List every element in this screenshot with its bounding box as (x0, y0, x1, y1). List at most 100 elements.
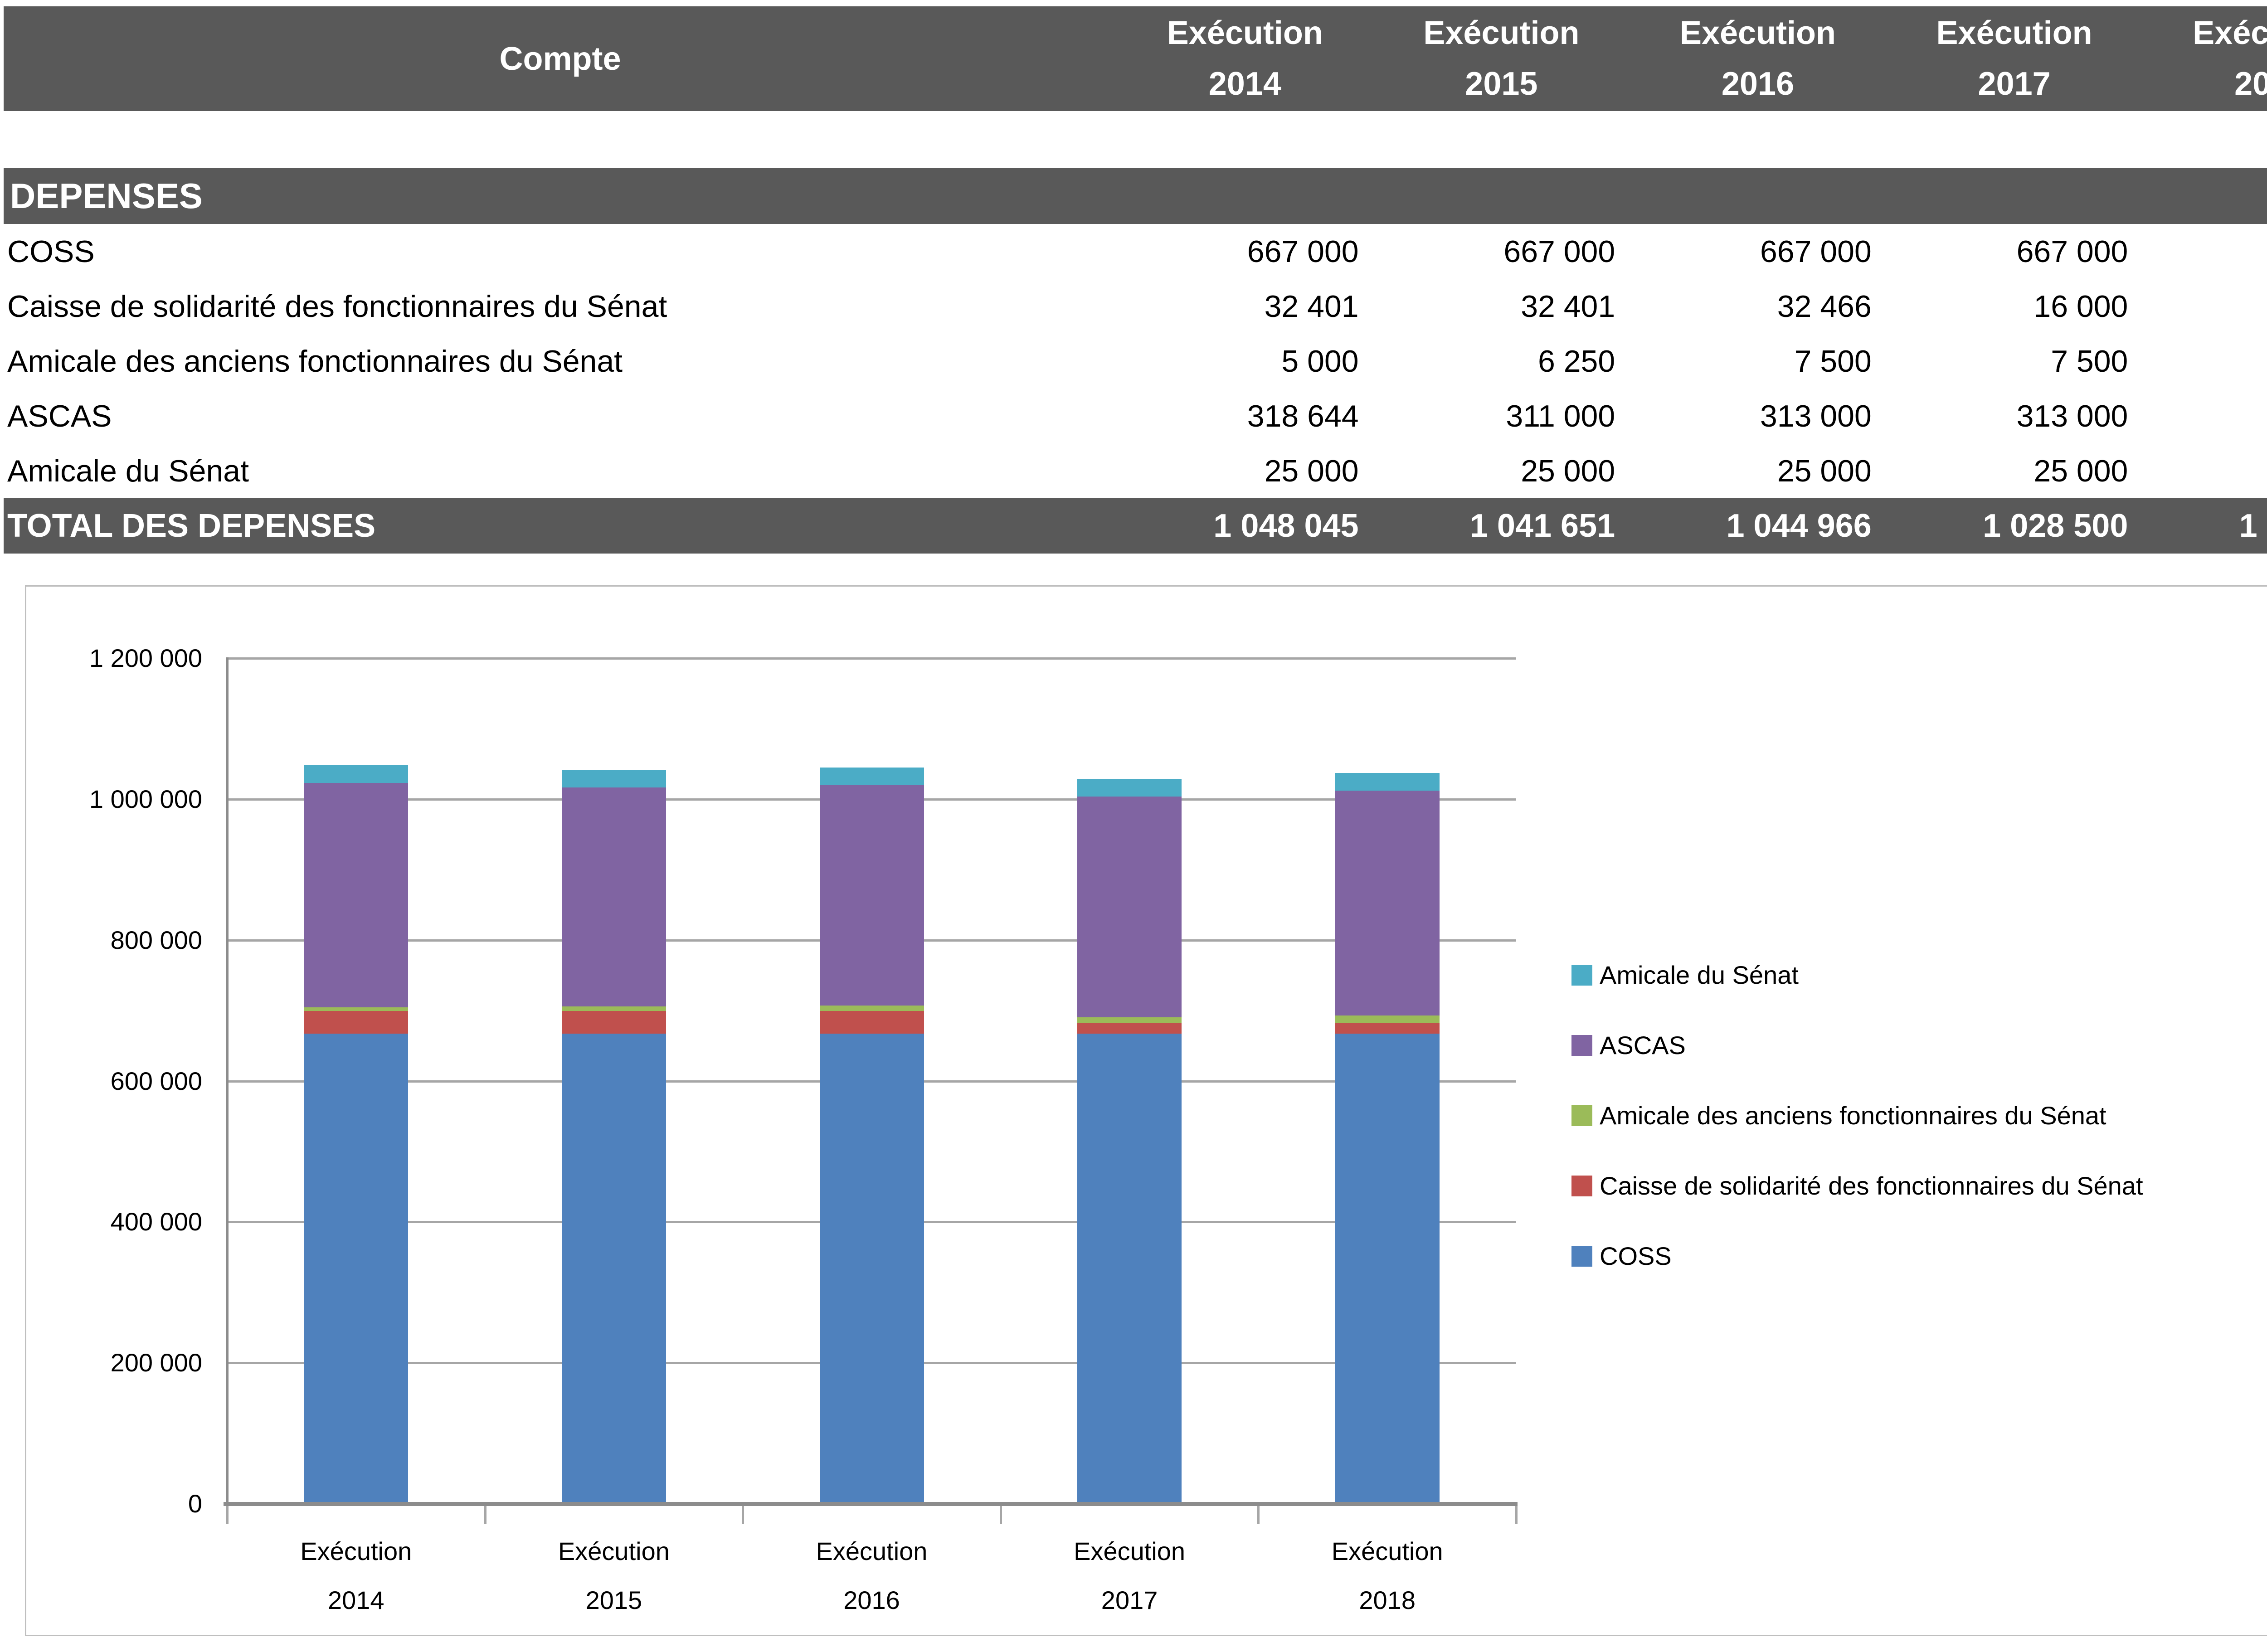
y-axis-label: 400 000 (30, 1205, 202, 1239)
bar-segment-2017 (1077, 1017, 1182, 1023)
bar-segment-2015 (562, 1006, 666, 1011)
value-cell: 32 466 (1630, 289, 1886, 324)
x-axis-label-line1: Exécution (1258, 1538, 1516, 1565)
legend-swatch (1571, 1105, 1592, 1126)
x-axis-label-line2: 2015 (485, 1587, 743, 1614)
header-cell-year: Exécution 2017 (1886, 6, 2143, 111)
bar-2018 (1335, 773, 1440, 1504)
row-label: COSS (4, 234, 1117, 269)
value-cell: 318 644 (1117, 398, 1373, 434)
x-axis-label-line2: 2014 (227, 1587, 485, 1614)
bar-segment-2016 (820, 1034, 924, 1504)
y-axis-label: 1 000 000 (30, 782, 202, 816)
legend-swatch (1571, 1176, 1592, 1196)
header-year-line2: 2017 (1978, 59, 2050, 110)
header-year-line2: 2014 (1209, 59, 1281, 110)
header-year-line2: 2016 (1722, 59, 1794, 110)
value-cell: 25 000 (1117, 453, 1373, 489)
total-value-cell: 1 044 966 (1630, 507, 1886, 544)
bar-2015 (562, 770, 666, 1504)
x-axis-label: Exécution2016 (743, 1538, 1001, 1614)
bar-segment-2014 (304, 1034, 408, 1504)
bar-segment-2015 (562, 787, 666, 1006)
table-row: Amicale du Sénat 25 000 25 000 25 000 25… (4, 443, 2267, 498)
header-year-line1: Exécution (1936, 8, 2092, 59)
header-year-line1: Exécution (1680, 8, 1836, 59)
legend-label: COSS (1600, 1241, 1672, 1271)
row-label: Caisse de solidarité des fonctionnaires … (4, 289, 1117, 324)
legend-swatch (1571, 1035, 1592, 1056)
value-cell: 311 000 (1373, 398, 1630, 434)
gridline (227, 657, 1516, 660)
value-cell: 16 000 (1886, 289, 2143, 324)
header-cell-account: Compte (4, 6, 1117, 111)
x-axis-tick (226, 1506, 229, 1524)
section-header-label: DEPENSES (10, 175, 203, 217)
header-cell-year: Exécution 2016 (1630, 6, 1886, 111)
bar-segment-2017 (1077, 797, 1182, 1017)
legend-label: ASCAS (1600, 1030, 1686, 1060)
value-cell: 32 401 (1117, 289, 1373, 324)
header-year-line1: Exécution (1423, 8, 1579, 59)
bar-segment-2016 (820, 768, 924, 785)
total-value-cell: 1 048 045 (1117, 507, 1373, 544)
total-label: TOTAL DES DEPENSES (4, 507, 1117, 544)
x-axis-tick (1257, 1506, 1260, 1524)
value-cell: 7 500 (1886, 344, 2143, 379)
legend-item: Caisse de solidarité des fonctionnaires … (1571, 1171, 2143, 1200)
table-header-row: Compte Exécution 2014 Exécution 2015 Exé… (4, 6, 2267, 111)
bar-segment-2014 (304, 1007, 408, 1011)
y-axis-label: 800 000 (30, 923, 202, 957)
value-cell: 667 000 (1630, 234, 1886, 269)
header-year-line1: Exécution (1167, 8, 1323, 59)
x-axis-label-line2: 2018 (1258, 1587, 1516, 1614)
value-cell: 5 000 (1117, 344, 1373, 379)
total-value-cell: 1 037 000 (2142, 507, 2267, 544)
value-cell: 32 401 (1373, 289, 1630, 324)
x-axis-label: Exécution2014 (227, 1538, 485, 1614)
section-header-depenses: DEPENSES (4, 168, 2267, 224)
y-axis-label: 1 200 000 (30, 641, 202, 675)
table-row: COSS 667 000 667 000 667 000 667 000 667… (4, 224, 2267, 279)
value-cell: 7 500 (1630, 344, 1886, 379)
value-cell: 6 250 (1373, 344, 1630, 379)
bar-segment-2017 (1077, 779, 1182, 797)
x-axis-tick (1515, 1506, 1518, 1524)
header-year-line2: 2015 (1465, 59, 1537, 110)
x-axis-tick (1000, 1506, 1002, 1524)
y-axis-line (226, 657, 229, 1524)
value-cell: 319 000 (2142, 398, 2267, 434)
bar-segment-2016 (820, 1006, 924, 1011)
value-cell: 667 000 (1886, 234, 2143, 269)
bar-segment-2015 (562, 1034, 666, 1504)
x-axis-label-line1: Exécution (1001, 1538, 1259, 1565)
x-axis-label: Exécution 2018 (1258, 1538, 1516, 1614)
bar-2014 (304, 765, 408, 1504)
bar-segment-2018 (1335, 1015, 1440, 1023)
x-axis-label-line1: Exécution (485, 1538, 743, 1565)
legend-label: Caisse de solidarité des fonctionnaires … (1600, 1171, 2143, 1200)
total-value-cell: 1 028 500 (1886, 507, 2143, 544)
value-cell: 16 000 (2142, 289, 2267, 324)
bar-segment-2014 (304, 783, 408, 1007)
table-row: Amicale des anciens fonctionnaires du Sé… (4, 334, 2267, 389)
value-cell: 667 000 (1373, 234, 1630, 269)
bar-segment-2018 (1335, 791, 1440, 1015)
legend-swatch (1571, 965, 1592, 986)
value-cell: 313 000 (1886, 398, 2143, 434)
x-axis-label: Exécution2017 (1001, 1538, 1259, 1614)
legend-item: COSS (1571, 1241, 1672, 1271)
bar-2016 (820, 768, 924, 1504)
x-axis-label-line1: Exécution (743, 1538, 1001, 1565)
value-cell: 10 000 (2142, 344, 2267, 379)
bar-segment-2018 (1335, 773, 1440, 791)
y-axis-label: 600 000 (30, 1064, 202, 1098)
bar-segment-2014 (304, 1011, 408, 1034)
row-label: ASCAS (4, 398, 1117, 434)
x-axis-tick (742, 1506, 744, 1524)
chart: 0200 000400 000600 000800 0001 000 0001 … (25, 585, 2267, 1636)
bar-segment-2016 (820, 785, 924, 1006)
bar-segment-2017 (1077, 1034, 1182, 1504)
legend-label: Amicale du Sénat (1600, 960, 1799, 990)
x-axis-tick (484, 1506, 486, 1524)
